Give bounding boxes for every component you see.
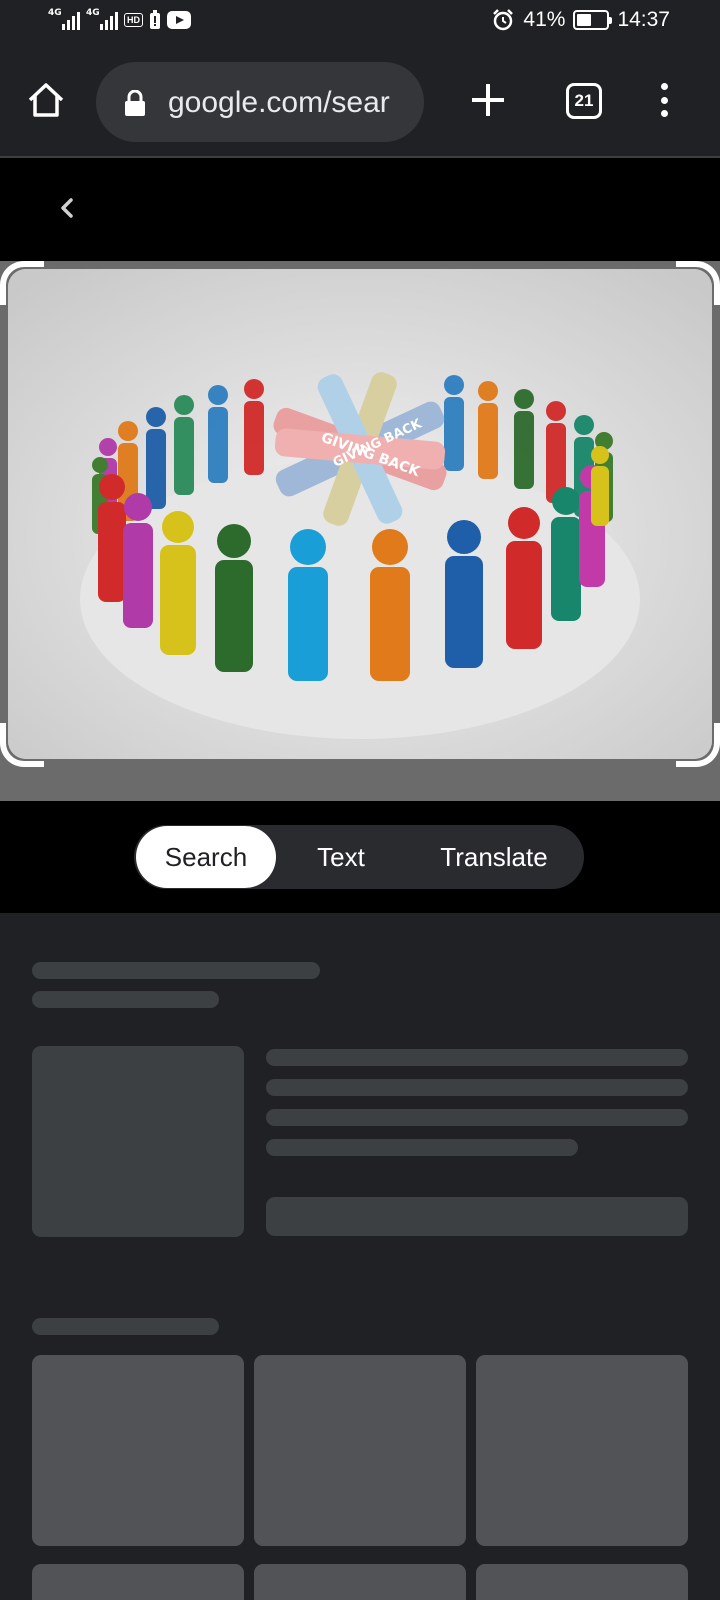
lens-image-area: GIVING BACK GIVING BACK <box>0 261 720 801</box>
skeleton-tile <box>476 1564 688 1600</box>
tab-switcher-button[interactable]: 21 <box>566 83 602 119</box>
status-right: 41% 14:37 <box>491 8 670 32</box>
crop-corner-icon[interactable] <box>676 723 720 767</box>
mode-translate[interactable]: Translate <box>406 826 582 888</box>
lock-icon <box>125 90 145 116</box>
youtube-icon <box>167 11 191 29</box>
signal-icon-2: 4G <box>86 8 118 30</box>
browser-toolbar: google.com/sear 21 <box>0 46 720 158</box>
mode-selector: Search Text Translate <box>134 825 584 889</box>
network-type-label-2: 4G <box>86 8 100 18</box>
network-type-label: 4G <box>48 8 62 18</box>
battery-saver-icon <box>150 10 160 29</box>
skeleton-tile <box>254 1564 466 1600</box>
skeleton-line <box>266 1139 578 1156</box>
skeleton-line <box>266 1049 688 1066</box>
address-bar[interactable]: google.com/sear <box>96 62 424 142</box>
signal-icon: 4G <box>48 8 80 30</box>
home-icon[interactable] <box>26 80 66 120</box>
clock: 14:37 <box>617 8 670 31</box>
skeleton-tile <box>32 1355 244 1546</box>
skeleton-line <box>32 962 320 979</box>
status-left: 4G 4G HD <box>48 8 191 30</box>
skeleton-tile <box>254 1355 466 1546</box>
lens-header <box>0 158 720 261</box>
hd-icon: HD <box>124 13 143 27</box>
skeleton-tile <box>32 1564 244 1600</box>
skeleton-tile <box>476 1355 688 1546</box>
skeleton-thumbnail <box>32 1046 244 1237</box>
skeleton-line <box>266 1109 688 1126</box>
results-skeleton <box>0 913 720 1600</box>
mode-text[interactable]: Text <box>276 826 406 888</box>
battery-percent: 41% <box>523 8 566 31</box>
crop-corner-icon[interactable] <box>0 261 44 305</box>
overflow-menu-icon[interactable] <box>654 80 674 120</box>
lens-mode-bar: Search Text Translate <box>0 801 720 913</box>
mode-search[interactable]: Search <box>136 826 276 888</box>
new-tab-icon[interactable] <box>468 80 508 120</box>
skeleton-line <box>32 1318 219 1335</box>
giving-back-illustration: GIVING BACK GIVING BACK <box>8 269 712 759</box>
crop-corner-icon[interactable] <box>0 723 44 767</box>
status-bar: 4G 4G HD 41% 14:37 <box>0 0 720 46</box>
back-chevron-icon[interactable] <box>52 188 82 228</box>
url-text: google.com/sear <box>168 86 390 119</box>
battery-icon <box>573 10 613 30</box>
alarm-icon <box>493 9 514 31</box>
selected-image[interactable]: GIVING BACK GIVING BACK <box>8 269 712 759</box>
crop-corner-icon[interactable] <box>676 261 720 305</box>
skeleton-line <box>266 1079 688 1096</box>
skeleton-line <box>32 991 219 1008</box>
skeleton-button <box>266 1197 688 1236</box>
